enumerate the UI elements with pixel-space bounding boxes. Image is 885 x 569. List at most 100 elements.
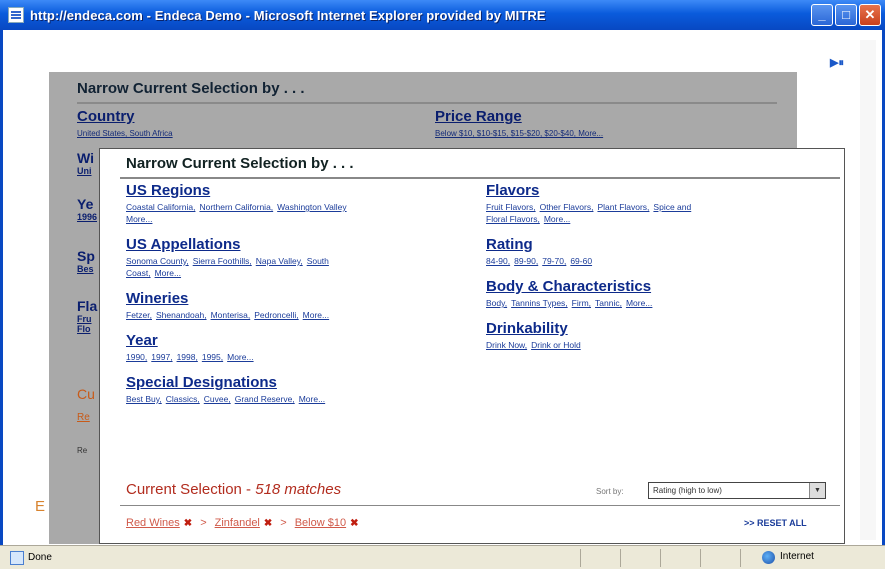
value-link[interactable]: Classics, [166,394,200,404]
right-category-column: Flavors Fruit Flavors, Other Flavors, Plan… [486,171,806,351]
divider [580,549,581,567]
value-link[interactable]: Cuvee, [204,394,231,404]
value-link[interactable]: Spice and [653,202,691,212]
value-link[interactable]: Napa Valley, [256,256,303,266]
more-link[interactable]: More... [544,214,570,224]
browser-viewport: ▶⏸ Narrow Current Selection by . . . Cou… [0,30,885,545]
media-play-pause-icon[interactable]: ▶⏸ [830,56,844,70]
more-link[interactable]: More... [227,352,253,362]
country-values-links[interactable]: United States, South Africa [77,129,173,138]
page-done-icon [10,550,24,565]
remove-below-10-icon[interactable]: ✖ [350,518,358,529]
value-link[interactable]: 89-90, [514,256,538,266]
crumb-below-10[interactable]: Below $10 [295,517,346,529]
value-link[interactable]: Body, [486,298,507,308]
sort-by-label: Sort by: [596,487,624,496]
value-link[interactable]: Washington Valley [277,202,346,212]
value-link[interactable]: Northern California, [199,202,273,212]
us-regions-link[interactable]: US Regions [126,181,426,201]
value-link[interactable]: Monterisa, [211,310,251,320]
stub-sub: Flo [77,324,91,334]
value-link[interactable]: 84-90, [486,256,510,266]
value-link[interactable]: Grand Reserve, [235,394,295,404]
more-link[interactable]: More... [303,310,329,320]
price-range-values-links[interactable]: Below $10, $10-$15, $15-$20, $20-$40, Mo… [435,129,603,138]
value-link[interactable]: Other Flavors, [540,202,594,212]
window-titlebar: http://endeca.com - Endeca Demo - Micros… [0,0,885,30]
narrow-selection-panel: Narrow Current Selection by . . . US Reg… [99,148,845,544]
special-designations-link[interactable]: Special Designations [126,373,426,393]
crumb-zinfandel[interactable]: Zinfandel [215,517,260,529]
value-link[interactable]: Drink or Hold [531,340,581,350]
stub-label: Wi [77,150,94,166]
more-link[interactable]: More... [126,214,152,224]
more-link[interactable]: More... [155,268,181,278]
value-link[interactable]: 1995, [202,352,223,362]
close-button[interactable]: ✕ [859,4,881,26]
value-link[interactable]: Shenandoah, [156,310,207,320]
value-link[interactable]: Tannic, [595,298,622,308]
crumb-separator: > [200,517,207,529]
year-link[interactable]: Year [126,331,426,351]
maximize-button[interactable]: □ [835,4,857,26]
flavors-values: Fruit Flavors, Other Flavors, Plant Flavor… [486,201,806,225]
value-link[interactable]: 79-70, [542,256,566,266]
drinkability-values: Drink Now, Drink or Hold [486,339,806,351]
us-appellations-link[interactable]: US Appellations [126,235,426,255]
value-link[interactable]: Firm, [572,298,591,308]
chevron-down-icon[interactable]: ▼ [809,483,825,498]
current-selection-heading: Current Selection - 518 matches [126,481,341,498]
year-values: 1990, 1997, 1998, 1995, More... [126,351,426,363]
more-link[interactable]: More... [299,394,325,404]
body-characteristics-link[interactable]: Body & Characteristics [486,277,806,297]
background-stub-ye[interactable]: Ye 1996 [77,196,97,222]
crumb-separator: > [280,517,287,529]
value-link[interactable]: Pedroncelli, [254,310,298,320]
divider [620,549,621,567]
value-link[interactable]: Sierra Foothills, [193,256,252,266]
minimize-button[interactable]: _ [811,4,833,26]
match-count: 518 matches [255,481,342,498]
value-link[interactable]: Sonoma County, [126,256,189,266]
flavors-link[interactable]: Flavors [486,181,806,201]
left-category-column: US Regions Coastal California, Northern C… [126,171,426,405]
rating-link[interactable]: Rating [486,235,806,255]
category-drinkability: Drinkability Drink Now, Drink or Hold [486,319,806,351]
value-link[interactable]: Best Buy, [126,394,162,404]
value-link[interactable]: Coast, [126,268,151,278]
more-link[interactable]: More... [626,298,652,308]
remove-red-wines-icon[interactable]: ✖ [184,518,192,529]
value-link[interactable]: 1997, [151,352,172,362]
rating-values: 84-90, 89-90, 79-70, 69-60 [486,255,806,267]
stub-label: Cu [77,386,95,402]
background-stub-fla[interactable]: Fla Fru Flo [77,298,97,334]
value-link[interactable]: Coastal California, [126,202,195,212]
reset-all-link[interactable]: >> RESET ALL [744,518,807,528]
wineries-values: Fetzer, Shenandoah, Monterisa, Pedroncelli,… [126,309,426,321]
remove-zinfandel-icon[interactable]: ✖ [264,518,272,529]
vertical-scrollbar[interactable] [860,40,876,540]
value-link[interactable]: South [307,256,329,266]
divider [740,549,741,567]
crumb-red-wines[interactable]: Red Wines [126,517,180,529]
country-category-link[interactable]: Country [77,108,135,125]
value-link[interactable]: Fruit Flavors, [486,202,536,212]
price-range-category-link[interactable]: Price Range [435,108,522,125]
background-stub-re[interactable]: Re [77,412,90,423]
value-link[interactable]: Drink Now, [486,340,527,350]
value-link[interactable]: Tannins Types, [511,298,568,308]
globe-icon [762,551,775,564]
divider [120,505,840,506]
value-link[interactable]: 1990, [126,352,147,362]
value-link[interactable]: 1998, [177,352,198,362]
wineries-link[interactable]: Wineries [126,289,426,309]
sort-by-select[interactable]: Rating (high to low) ▼ [648,482,826,499]
background-stub-wi[interactable]: Wi Uni [77,150,94,176]
drinkability-link[interactable]: Drinkability [486,319,806,339]
stub-label: Fla [77,298,98,314]
value-link[interactable]: Plant Flavors, [597,202,649,212]
value-link[interactable]: Fetzer, [126,310,152,320]
value-link[interactable]: 69-60 [570,256,592,266]
background-stub-sp[interactable]: Sp Bes [77,248,95,274]
value-link[interactable]: Floral Flavors, [486,214,540,224]
